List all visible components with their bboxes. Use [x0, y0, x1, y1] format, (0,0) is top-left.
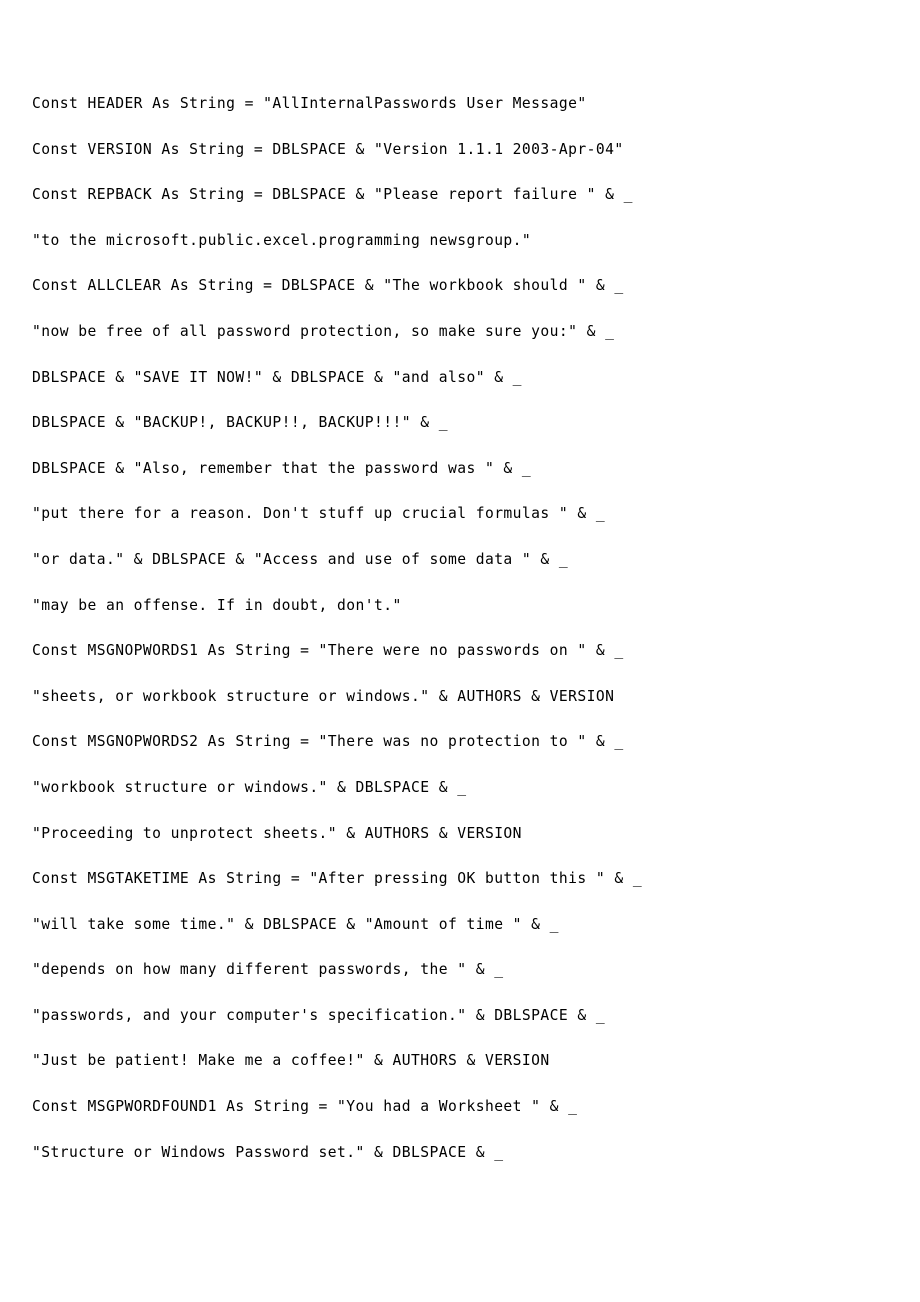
code-line: "Just be patient! Make me a coffee!" & A… [32, 1051, 550, 1070]
code-line: "Structure or Windows Password set." & D… [32, 1142, 504, 1161]
code-line: "passwords, and your computer's specific… [32, 1005, 606, 1024]
code-line: Const MSGTAKETIME As String = "After pre… [32, 869, 643, 888]
code-line: "now be free of all password protection,… [32, 321, 615, 340]
code-line: Const MSGNOPWORDS2 As String = "There wa… [32, 732, 624, 751]
code-listing: Const HEADER As String = "AllInternalPas… [32, 92, 892, 1186]
code-line: "depends on how many different passwords… [32, 960, 504, 979]
code-line: "will take some time." & DBLSPACE & "Amo… [32, 914, 559, 933]
code-line: "or data." & DBLSPACE & "Access and use … [32, 549, 569, 568]
code-line: "may be an offense. If in doubt, don't." [32, 595, 402, 614]
code-line: "put there for a reason. Don't stuff up … [32, 504, 606, 523]
code-line: "to the microsoft.public.excel.programmi… [32, 230, 532, 249]
code-line: "sheets, or workbook structure or window… [32, 686, 615, 705]
code-line: DBLSPACE & "SAVE IT NOW!" & DBLSPACE & "… [32, 367, 522, 386]
code-line: Const HEADER As String = "AllInternalPas… [32, 94, 587, 112]
code-line: Const ALLCLEAR As String = DBLSPACE & "T… [32, 276, 624, 295]
code-line: Const REPBACK As String = DBLSPACE & "Pl… [32, 185, 633, 204]
code-line: Const MSGNOPWORDS1 As String = "There we… [32, 641, 624, 660]
code-line: DBLSPACE & "BACKUP!, BACKUP!!, BACKUP!!!… [32, 413, 448, 432]
code-line: DBLSPACE & "Also, remember that the pass… [32, 458, 532, 477]
code-line: Const VERSION As String = DBLSPACE & "Ve… [32, 139, 624, 158]
code-line: "Proceeding to unprotect sheets." & AUTH… [32, 823, 522, 842]
code-line: Const MSGPWORDFOUND1 As String = "You ha… [32, 1097, 578, 1116]
document-page: Const HEADER As String = "AllInternalPas… [0, 0, 920, 1302]
code-line: "workbook structure or windows." & DBLSP… [32, 777, 467, 796]
